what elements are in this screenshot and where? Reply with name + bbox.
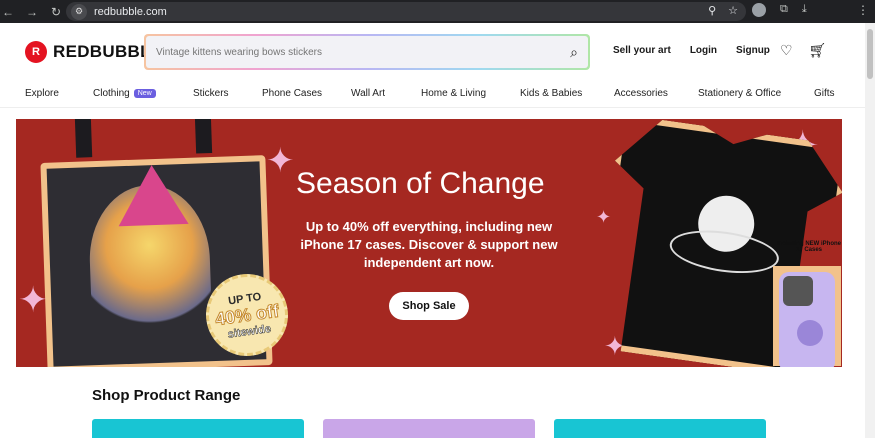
browser-nav: ← → ↻ bbox=[2, 5, 66, 19]
product-range-card[interactable] bbox=[92, 419, 304, 438]
extensions-puzzle-icon[interactable]: ⧉ bbox=[780, 3, 788, 17]
nav-item-accessories[interactable]: Accessories bbox=[614, 88, 668, 99]
phone-case-image bbox=[773, 266, 841, 367]
login-link[interactable]: Login bbox=[690, 45, 717, 56]
hero-banner[interactable]: UP TO 40% off sitewide ✦ ✦ ✦ ✦ ✦ Season … bbox=[16, 119, 842, 367]
search-inner: ⌕ bbox=[146, 36, 588, 68]
banner-subtext: Up to 40% off everything, including new … bbox=[300, 219, 558, 270]
category-nav: Explore Clothing New Stickers Phone Cases… bbox=[0, 84, 865, 108]
witch-hat-art bbox=[116, 163, 189, 227]
camera-icon bbox=[783, 276, 813, 306]
url-text: redbubble.com bbox=[94, 5, 167, 18]
forward-icon[interactable]: → bbox=[26, 5, 38, 19]
page-scrollbar[interactable] bbox=[865, 23, 875, 438]
nav-item-clothing-label: Clothing bbox=[93, 88, 130, 99]
section-title: Shop Product Range bbox=[92, 387, 241, 404]
scrollbar-thumb[interactable] bbox=[867, 29, 873, 79]
sparkle-icon: ✦ bbox=[18, 279, 49, 320]
header-icons: ♡ 🛒︎ bbox=[780, 42, 826, 59]
search-bar: ⌕ bbox=[144, 34, 590, 70]
bookmark-star-icon[interactable]: ☆ bbox=[728, 4, 738, 17]
new-badge: New bbox=[133, 89, 156, 98]
shop-sale-button[interactable]: Shop Sale bbox=[389, 292, 469, 320]
nav-item-phone-cases[interactable]: Phone Cases bbox=[262, 88, 322, 99]
phone-art bbox=[797, 320, 823, 346]
nav-item-explore[interactable]: Explore bbox=[25, 88, 59, 99]
browser-menu-icon[interactable]: ⋮ bbox=[857, 3, 869, 17]
download-icon[interactable]: ⤓ bbox=[802, 3, 807, 17]
reload-icon[interactable]: ↻ bbox=[50, 5, 62, 19]
cart-icon[interactable]: 🛒︎ bbox=[809, 42, 827, 59]
site-info-icon[interactable]: ⚙ bbox=[71, 3, 87, 20]
nav-item-stickers[interactable]: Stickers bbox=[193, 88, 229, 99]
moth-art bbox=[667, 224, 781, 279]
search-input[interactable] bbox=[156, 46, 536, 58]
bag-handle bbox=[194, 119, 213, 154]
header-links: Sell your art Login Signup bbox=[613, 45, 770, 56]
signup-link[interactable]: Signup bbox=[736, 45, 770, 56]
sparkle-icon: ✦ bbox=[266, 142, 295, 180]
extensions-area: ⧉ ⤓ bbox=[752, 3, 807, 17]
back-icon[interactable]: ← bbox=[2, 5, 14, 19]
zoom-icon[interactable]: ⚲ bbox=[708, 4, 716, 17]
nav-item-stationery-office[interactable]: Stationery & Office bbox=[698, 88, 781, 99]
address-bar[interactable]: ⚙ redbubble.com ⚲ ☆ bbox=[66, 2, 746, 21]
address-bar-actions: ⚲ ☆ bbox=[708, 4, 738, 17]
logo-mark-icon: R bbox=[25, 41, 47, 63]
browser-toolbar: ← → ↻ ⚙ redbubble.com ⚲ ☆ ⧉ ⤓ ⋮ bbox=[0, 0, 875, 23]
bag-handle bbox=[74, 119, 93, 158]
nav-item-gifts[interactable]: Gifts bbox=[814, 88, 835, 99]
nav-item-home-living[interactable]: Home & Living bbox=[421, 88, 486, 99]
search-icon[interactable]: ⌕ bbox=[570, 44, 578, 61]
sparkle-icon: ✦ bbox=[596, 207, 612, 227]
product-range-card[interactable] bbox=[323, 419, 535, 438]
nav-item-wall-art[interactable]: Wall Art bbox=[351, 88, 385, 99]
banner-headline: Season of Change bbox=[296, 167, 545, 200]
product-range-card[interactable] bbox=[554, 419, 766, 438]
redbubble-logo[interactable]: R REDBUBBLE bbox=[25, 41, 162, 63]
sell-your-art-link[interactable]: Sell your art bbox=[613, 45, 671, 56]
heart-icon[interactable]: ♡ bbox=[780, 42, 793, 59]
phone-case bbox=[779, 272, 835, 367]
nav-item-kids-babies[interactable]: Kids & Babies bbox=[520, 88, 582, 99]
nav-item-clothing[interactable]: Clothing New bbox=[93, 88, 156, 99]
profile-avatar-icon[interactable] bbox=[752, 3, 766, 17]
phone-case-tag: Including NEW iPhone 17 Cases bbox=[777, 241, 841, 253]
site-header: R REDBUBBLE ⌕ Sell your art Login Signup… bbox=[0, 23, 865, 83]
